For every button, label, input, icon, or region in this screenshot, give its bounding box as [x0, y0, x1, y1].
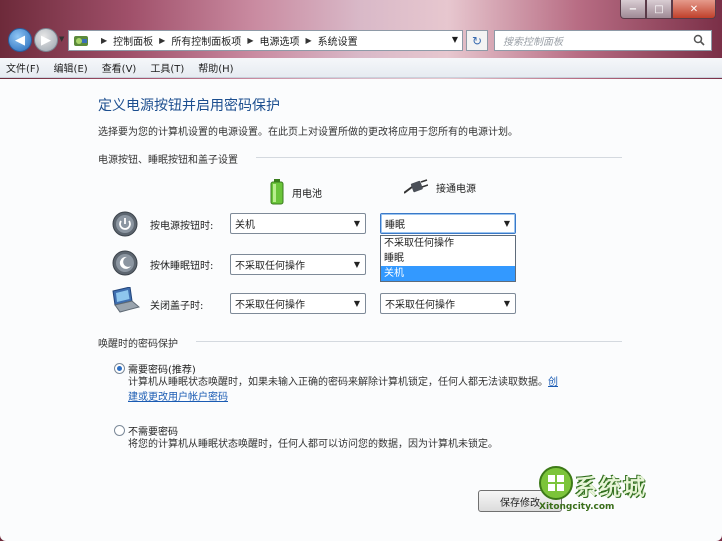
- password-section-label: 唤醒时的密码保护: [98, 339, 178, 350]
- require-password-radio[interactable]: [114, 363, 125, 374]
- chevron-down-icon: ▼: [503, 299, 510, 308]
- breadcrumb-item[interactable]: 所有控制面板项: [171, 33, 241, 48]
- address-bar[interactable]: ▶ 控制面板 ▶ 所有控制面板项 ▶ 电源选项 ▶ 系统设置 ▼: [68, 30, 463, 51]
- caption-buttons: − □ ✕: [620, 0, 716, 19]
- no-password-radio[interactable]: [114, 425, 125, 436]
- title-bar: − □ ✕: [0, 0, 722, 26]
- menu-tools[interactable]: 工具(T): [150, 60, 184, 75]
- watermark-url: Xitongcity.com: [539, 502, 615, 512]
- battery-icon: [270, 179, 284, 205]
- page-title: 定义电源按钮并启用密码保护: [98, 98, 280, 114]
- require-password-text: 计算机从睡眠状态唤醒时，如果未输入正确的密码来解除计算机锁定，任何人都无法读取数…: [128, 377, 548, 388]
- create-password-link[interactable]: 建或更改用户帐户密码: [128, 392, 228, 403]
- select-value: 不采取任何操作: [385, 300, 455, 311]
- history-dropdown-icon[interactable]: ▼: [59, 35, 64, 43]
- control-panel-icon: [74, 35, 88, 46]
- menu-help[interactable]: 帮助(H): [198, 60, 233, 75]
- sleep-button-label: 按休睡眠钮时:: [150, 261, 214, 272]
- watermark-text: 系统城: [575, 476, 648, 501]
- section-divider: [256, 157, 622, 158]
- chevron-down-icon: ▼: [353, 260, 360, 269]
- watermark-logo: 系统城 Xitongcity.com: [537, 462, 697, 520]
- select-value: 不采取任何操作: [235, 261, 305, 272]
- power-action-dropdown-list: 不采取任何操作 睡眠 关机: [380, 235, 516, 282]
- section-divider: [196, 341, 622, 342]
- require-password-label[interactable]: 需要密码(推荐): [128, 361, 196, 376]
- breadcrumb-item[interactable]: 控制面板: [113, 33, 153, 48]
- search-icon[interactable]: [693, 34, 705, 46]
- content-area: 定义电源按钮并启用密码保护 选择要为您的计算机设置的电源设置。在此页上对设置所做…: [0, 79, 722, 541]
- watermark-windows-icon: [539, 466, 573, 500]
- breadcrumb-separator: ▶: [305, 36, 312, 45]
- menu-view[interactable]: 查看(V): [102, 60, 137, 75]
- laptop-lid-icon: [112, 287, 140, 313]
- dropdown-option-do-nothing[interactable]: 不采取任何操作: [381, 236, 515, 251]
- select-value: 关机: [235, 220, 255, 231]
- menu-bar: 文件(F) 编辑(E) 查看(V) 工具(T) 帮助(H): [0, 58, 722, 78]
- power-plug-icon: [404, 179, 428, 194]
- power-button-label: 按电源按钮时:: [150, 221, 214, 232]
- close-button[interactable]: ✕: [672, 0, 716, 19]
- chevron-down-icon: ▼: [503, 219, 510, 228]
- maximize-button[interactable]: □: [646, 0, 672, 19]
- plugged-column-header: 接通电源: [404, 179, 476, 195]
- menu-edit[interactable]: 编辑(E): [54, 60, 88, 75]
- battery-column-header: 用电池: [270, 179, 322, 205]
- require-password-description: 计算机从睡眠状态唤醒时，如果未输入正确的密码来解除计算机锁定，任何人都无法读取数…: [128, 375, 608, 405]
- menu-file[interactable]: 文件(F): [6, 60, 40, 75]
- refresh-button[interactable]: ↻: [466, 30, 488, 51]
- select-value: 睡眠: [385, 220, 405, 231]
- plugged-column-label: 接通电源: [436, 183, 476, 195]
- lid-close-label: 关闭盖子时:: [150, 301, 204, 312]
- breadcrumb-separator: ▶: [247, 36, 254, 45]
- back-button[interactable]: ◀: [8, 28, 32, 52]
- chevron-down-icon: ▼: [353, 219, 360, 228]
- forward-button[interactable]: ▶: [34, 28, 58, 52]
- dropdown-option-sleep[interactable]: 睡眠: [381, 251, 515, 266]
- chevron-down-icon: ▼: [353, 299, 360, 308]
- control-panel-window: − □ ✕ ◀ ▶ ▼ ▶ 控制面板 ▶ 所有控制面板项 ▶ 电源选项 ▶ 系统…: [0, 0, 722, 541]
- no-password-description: 将您的计算机从睡眠状态唤醒时，任何人都可以访问您的数据，因为计算机未锁定。: [128, 439, 498, 450]
- breadcrumb-separator: ▶: [159, 36, 166, 45]
- dropdown-option-shutdown[interactable]: 关机: [381, 266, 515, 281]
- minimize-button[interactable]: −: [620, 0, 646, 19]
- select-value: 不采取任何操作: [235, 300, 305, 311]
- breadcrumb-separator: ▶: [101, 36, 108, 45]
- breadcrumb-item[interactable]: 系统设置: [318, 33, 358, 48]
- battery-column-label: 用电池: [292, 188, 322, 200]
- search-input[interactable]: 搜索控制面板: [494, 30, 712, 51]
- search-placeholder: 搜索控制面板: [503, 37, 563, 48]
- sleep-button-icon: [112, 250, 138, 276]
- power-button-plugged-select[interactable]: 睡眠 ▼: [380, 213, 516, 234]
- lid-close-plugged-select[interactable]: 不采取任何操作 ▼: [380, 293, 516, 314]
- lid-close-battery-select[interactable]: 不采取任何操作 ▼: [230, 293, 366, 314]
- create-password-link[interactable]: 创: [548, 377, 558, 388]
- power-button-icon: [112, 211, 138, 237]
- power-button-battery-select[interactable]: 关机 ▼: [230, 213, 366, 234]
- no-password-label[interactable]: 不需要密码: [128, 423, 178, 438]
- power-section-label: 电源按钮、睡眠按钮和盖子设置: [98, 155, 238, 166]
- breadcrumb-item[interactable]: 电源选项: [259, 33, 299, 48]
- sleep-button-battery-select[interactable]: 不采取任何操作 ▼: [230, 254, 366, 275]
- address-dropdown-icon[interactable]: ▼: [452, 35, 458, 44]
- page-description: 选择要为您的计算机设置的电源设置。在此页上对设置所做的更改将应用于您所有的电源计…: [98, 127, 518, 138]
- address-row: ◀ ▶ ▼ ▶ 控制面板 ▶ 所有控制面板项 ▶ 电源选项 ▶ 系统设置 ▼ ↻…: [0, 26, 722, 56]
